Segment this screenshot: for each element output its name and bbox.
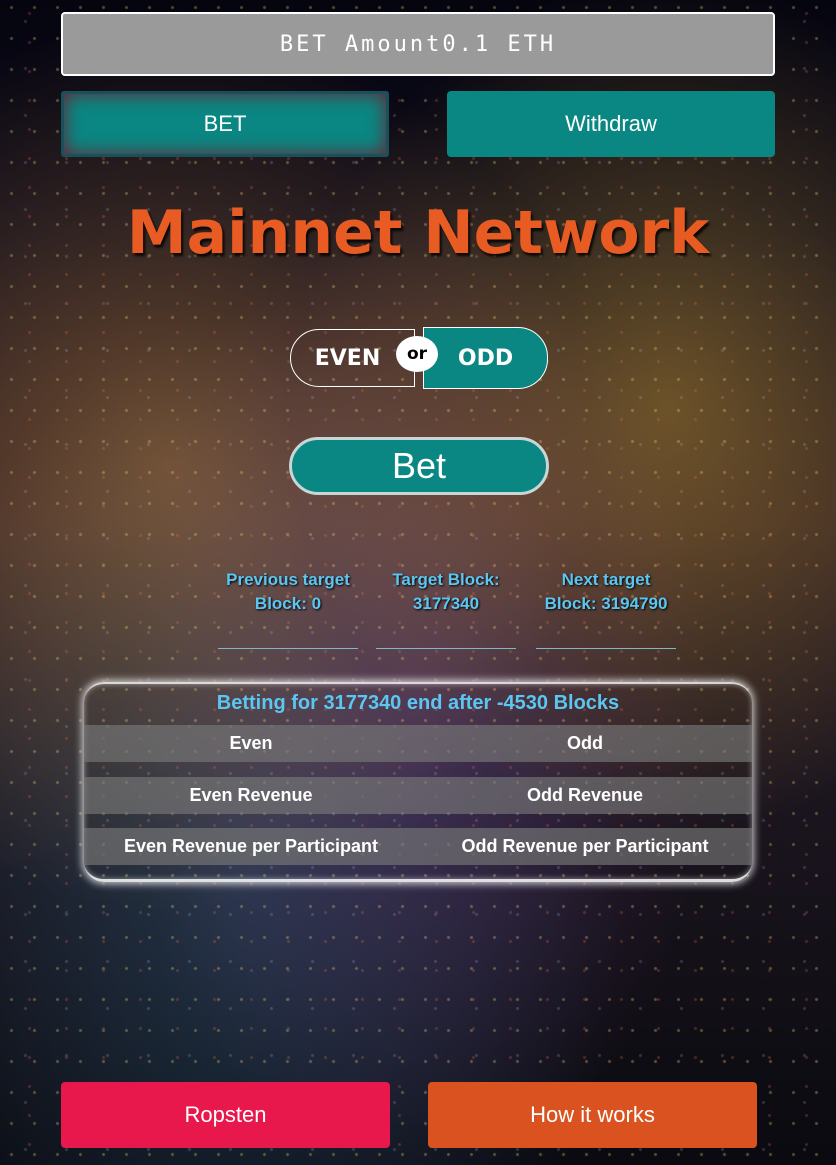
betting-panel: Betting for 3177340 end after -4530 Bloc… xyxy=(84,682,752,882)
table-cell: Odd xyxy=(567,733,603,753)
divider xyxy=(536,648,676,649)
divider xyxy=(218,648,358,649)
odd-label: ODD xyxy=(457,345,514,371)
next-target-block: Next target Block: 3194790 xyxy=(544,570,668,613)
table-cell: Odd Revenue xyxy=(526,785,644,805)
how-it-works-button[interactable]: How it works xyxy=(428,1082,757,1148)
betting-status-title: Betting for 3177340 end after -4530 Bloc… xyxy=(216,692,620,714)
table-cell: Even Revenue per Participant xyxy=(123,836,379,856)
even-odd-toggle: EVEN ODD or xyxy=(290,327,548,389)
ropsten-button[interactable]: Ropsten xyxy=(61,1082,390,1148)
target-block: Target Block: 3177340 xyxy=(392,570,500,613)
bet-amount-field[interactable]: BET Amount0.1 ETH xyxy=(61,12,775,76)
table-row: Even Revenue Odd Revenue xyxy=(84,777,752,814)
or-badge: or xyxy=(396,336,438,372)
bet-tab-button[interactable]: BET xyxy=(61,91,389,157)
table-cell: Even Revenue xyxy=(189,785,313,805)
divider xyxy=(376,648,516,649)
bet-button[interactable]: Bet xyxy=(289,437,549,495)
table-row: Even Revenue per Participant Odd Revenue… xyxy=(84,828,752,865)
even-label: EVEN xyxy=(314,345,381,371)
previous-target-block: Previous target Block: 0 xyxy=(226,570,350,613)
table-cell: Even xyxy=(229,733,273,753)
block-info: Previous target Block: 0 Target Block: 3… xyxy=(218,568,676,652)
withdraw-button[interactable]: Withdraw xyxy=(447,91,775,157)
table-cell: Odd Revenue per Participant xyxy=(461,836,709,856)
table-row: Even Odd xyxy=(84,725,752,762)
odd-option[interactable]: ODD xyxy=(423,327,548,389)
page-title: Mainnet Network xyxy=(126,198,710,268)
